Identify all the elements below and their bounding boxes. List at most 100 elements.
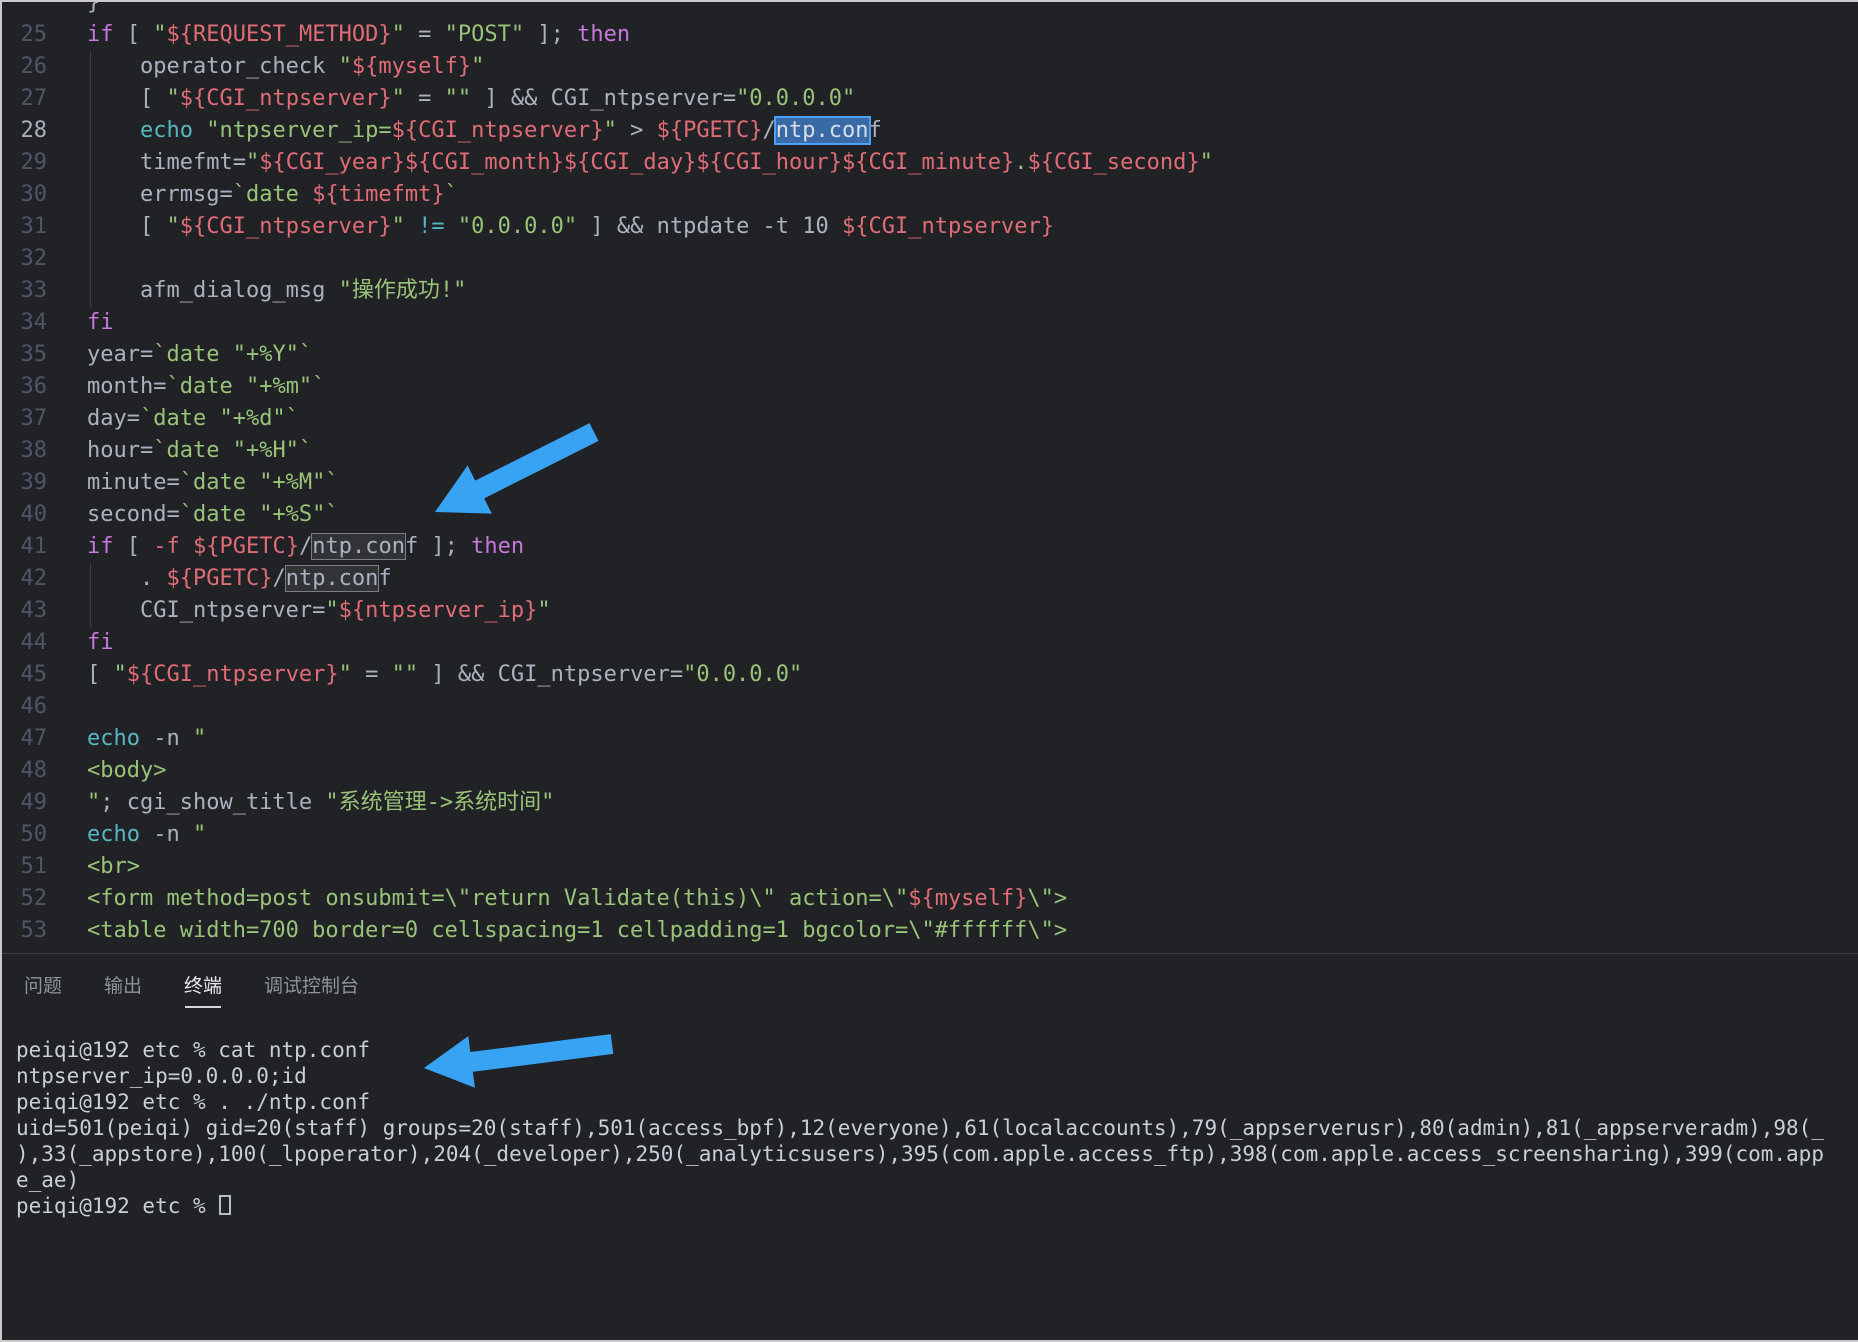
code-token: `date "+%S"`	[180, 502, 339, 527]
code-line-partial[interactable]: }	[2, 2, 1858, 19]
code-token: ];	[524, 22, 577, 47]
code-token: ${PGETC}	[657, 118, 763, 143]
code-token: ${myself}	[352, 54, 471, 79]
code-token: then	[577, 22, 630, 47]
code-token: ${CGI_ntpserver}	[127, 662, 339, 687]
code-text: operator_check "${myself}"	[47, 51, 484, 83]
terminal-panel[interactable]: peiqi@192 etc % cat ntp.confntpserver_ip…	[16, 1037, 1858, 1219]
code-token: ${CGI_ntpserver}	[392, 118, 604, 143]
line-number: 47	[2, 723, 47, 755]
line-number: 39	[2, 467, 47, 499]
tab-terminal[interactable]: 终端	[184, 954, 222, 1015]
tab-problems[interactable]: 问题	[24, 954, 62, 1015]
code-text: echo "ntpserver_ip=${CGI_ntpserver}" > $…	[47, 115, 882, 147]
code-token: <table width=700 border=0 cellspacing=1 …	[87, 918, 1067, 943]
code-line[interactable]: 44fi	[2, 627, 1858, 659]
tab-debug-console-label: 调试控制台	[264, 971, 359, 998]
code-line[interactable]: 29 timefmt="${CGI_year}${CGI_month}${CGI…	[2, 147, 1858, 179]
code-text: "; cgi_show_title "系统管理->系统时间"	[47, 787, 554, 819]
code-line[interactable]: 33 afm_dialog_msg "操作成功!"	[2, 275, 1858, 307]
code-token: "	[166, 214, 179, 239]
code-token: second=	[87, 502, 180, 527]
line-number: 35	[2, 339, 47, 371]
code-token: ${CGI_year}	[259, 150, 405, 175]
code-line[interactable]: 32	[2, 243, 1858, 275]
terminal-cursor	[219, 1195, 231, 1215]
code-line[interactable]: 47echo -n "	[2, 723, 1858, 755]
line-number: 26	[2, 51, 47, 83]
code-line[interactable]: 30 errmsg=`date ${timefmt}`	[2, 179, 1858, 211]
code-line[interactable]: 52<form method=post onsubmit=\"return Va…	[2, 883, 1858, 915]
code-line[interactable]: 42 . ${PGETC}/ntp.conf	[2, 563, 1858, 595]
code-line[interactable]: 26 operator_check "${myself}"	[2, 51, 1858, 83]
code-line[interactable]: 38hour=`date "+%H"`	[2, 435, 1858, 467]
code-line[interactable]: 36month=`date "+%m"`	[2, 371, 1858, 403]
code-token	[87, 118, 140, 143]
code-line[interactable]: 41if [ -f ${PGETC}/ntp.conf ]; then	[2, 531, 1858, 563]
code-token: =	[405, 22, 445, 47]
code-token: "0.0.0.0"	[683, 662, 802, 687]
code-text: [ "${CGI_ntpserver}" != "0.0.0.0" ] && n…	[47, 211, 1054, 243]
code-token: if	[87, 534, 114, 559]
code-line[interactable]: 40second=`date "+%S"`	[2, 499, 1858, 531]
code-token: .	[87, 566, 166, 591]
code-token: "	[392, 214, 405, 239]
code-token: \">	[1027, 886, 1067, 911]
code-line[interactable]: 25if [ "${REQUEST_METHOD}" = "POST" ]; t…	[2, 19, 1858, 51]
line-number: 42	[2, 563, 47, 595]
code-token: afm_dialog_msg	[87, 278, 339, 303]
code-token: -n	[140, 726, 193, 751]
code-line[interactable]: 27 [ "${CGI_ntpserver}" = "" ] && CGI_nt…	[2, 83, 1858, 115]
code-line[interactable]: 35year=`date "+%Y"`	[2, 339, 1858, 371]
tab-output[interactable]: 输出	[104, 954, 142, 1015]
code-token: "	[193, 822, 206, 847]
code-token: >	[617, 118, 657, 143]
code-token: ${PGETC}	[193, 534, 299, 559]
code-text: minute=`date "+%M"`	[47, 467, 339, 499]
code-text: [ "${CGI_ntpserver}" = "" ] && CGI_ntpse…	[47, 83, 855, 115]
code-token: year=	[87, 342, 153, 367]
code-line[interactable]: 37day=`date "+%d"`	[2, 403, 1858, 435]
code-token: CGI_ntpserver=	[87, 598, 325, 623]
code-token: "	[537, 598, 550, 623]
panel-tab-bar: 问题 输出 终端 调试控制台	[2, 953, 1858, 1015]
line-number: 34	[2, 307, 47, 339]
code-text: timefmt="${CGI_year}${CGI_month}${CGI_da…	[47, 147, 1213, 179]
code-line[interactable]: 46	[2, 691, 1858, 723]
code-token: -n	[140, 822, 193, 847]
line-number: 28	[2, 115, 47, 147]
tab-debug-console[interactable]: 调试控制台	[264, 954, 359, 1015]
code-token: ""	[392, 662, 419, 687]
find-match-highlight: ntp.con	[286, 566, 379, 591]
code-token	[405, 214, 418, 239]
line-number: 50	[2, 819, 47, 851]
code-line[interactable]: 49"; cgi_show_title "系统管理->系统时间"	[2, 787, 1858, 819]
code-line[interactable]: 34fi	[2, 307, 1858, 339]
code-token: ${CGI_month}	[405, 150, 564, 175]
code-token: =	[405, 86, 445, 111]
code-text: <table width=700 border=0 cellspacing=1 …	[47, 915, 1067, 947]
code-line[interactable]: 31 [ "${CGI_ntpserver}" != "0.0.0.0" ] &…	[2, 211, 1858, 243]
code-editor[interactable]: }25if [ "${REQUEST_METHOD}" = "POST" ]; …	[2, 2, 1858, 953]
code-line[interactable]: 45[ "${CGI_ntpserver}" = "" ] && CGI_ntp…	[2, 659, 1858, 691]
line-number: 43	[2, 595, 47, 627]
code-line[interactable]: 53<table width=700 border=0 cellspacing=…	[2, 915, 1858, 947]
code-token: "	[114, 662, 127, 687]
code-line[interactable]: 43 CGI_ntpserver="${ntpserver_ip}"	[2, 595, 1858, 627]
code-line[interactable]: 48<body>	[2, 755, 1858, 787]
code-line[interactable]: 39minute=`date "+%M"`	[2, 467, 1858, 499]
code-text: hour=`date "+%H"`	[47, 435, 312, 467]
code-line[interactable]: 50echo -n "	[2, 819, 1858, 851]
code-token: ${CGI_minute}	[842, 150, 1014, 175]
terminal-prompt-line[interactable]: peiqi@192 etc %	[16, 1193, 1858, 1219]
tab-terminal-label: 终端	[184, 971, 222, 998]
code-text: <br>	[47, 851, 140, 883]
code-line[interactable]: 28 echo "ntpserver_ip=${CGI_ntpserver}" …	[2, 115, 1858, 147]
code-line[interactable]: 51<br>	[2, 851, 1858, 883]
terminal-line: ntpserver_ip=0.0.0.0;id	[16, 1063, 1858, 1089]
code-token: .	[1014, 150, 1027, 175]
code-text: second=`date "+%S"`	[47, 499, 339, 531]
code-text: if [ -f ${PGETC}/ntp.conf ]; then	[47, 531, 524, 563]
code-token: -f	[153, 534, 180, 559]
code-token: [	[87, 662, 114, 687]
